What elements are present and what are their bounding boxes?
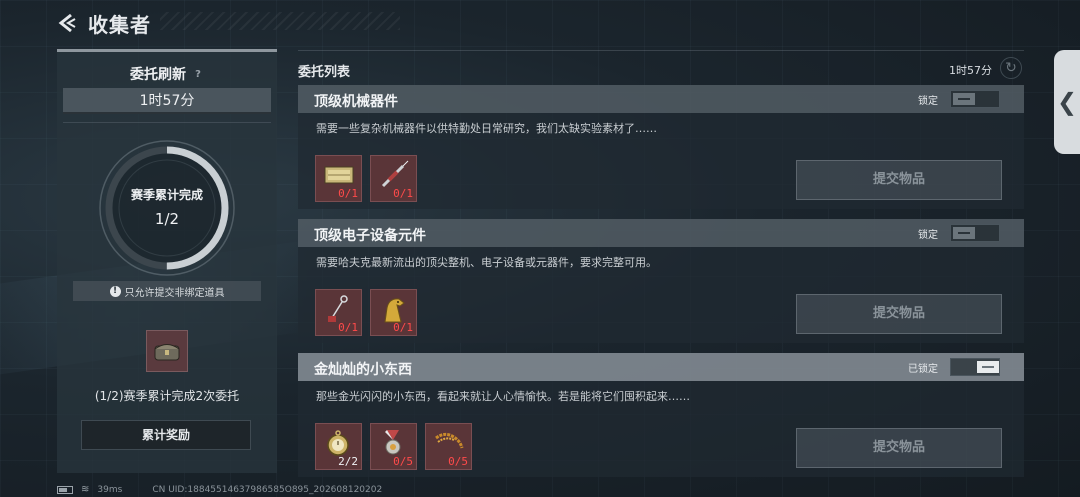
syringe-icon — [381, 160, 409, 188]
bind-notice: ! 只允许提交非绑定道具 — [73, 281, 261, 301]
card-header: 顶级机械器件 锁定 — [298, 85, 1024, 113]
season-progress-ring: 赛季累计完成 1/2 — [95, 136, 239, 280]
ping-value: 39ms — [97, 484, 123, 495]
divider — [63, 122, 271, 123]
pendant-icon — [328, 295, 348, 322]
season-progress-label: 赛季累计完成 — [130, 188, 203, 202]
lock-toggle[interactable] — [950, 358, 1000, 376]
refresh-icon[interactable]: ↻ — [1000, 57, 1022, 79]
card-description: 需要一些复杂机械器件以供特勤处日常研究，我们太缺实验素材了…… — [316, 122, 657, 135]
card-title: 顶级电子设备元件 — [314, 228, 426, 244]
side-drawer-toggle[interactable]: ❮ — [1054, 50, 1080, 154]
commission-card: 顶级电子设备元件 锁定 需要哈夫克最新流出的顶尖整机、电子设备或元器件，要求完整… — [298, 219, 1024, 343]
status-bar: ≋ 39ms CN UID:18845514637986585O895_2026… — [57, 484, 382, 495]
submit-items-button[interactable]: 提交物品 — [796, 428, 1002, 468]
gold-box-icon — [324, 166, 354, 184]
card-header: 顶级电子设备元件 锁定 — [298, 219, 1024, 247]
item-count: 0/1 — [393, 187, 413, 200]
back-arrow-icon — [58, 13, 76, 33]
chevron-left-icon: ❮ — [1056, 88, 1078, 116]
refresh-timer: 1时57分 — [63, 88, 271, 114]
submit-items-button[interactable]: 提交物品 — [796, 294, 1002, 334]
lock-label: 锁定 — [918, 230, 938, 241]
required-item-slot[interactable]: 0/5 — [370, 423, 417, 470]
toggle-knob — [953, 93, 975, 105]
page-header: 收集者 — [56, 8, 151, 38]
item-count: 0/1 — [338, 321, 358, 334]
item-count: 2/2 — [338, 455, 358, 468]
item-count: 0/1 — [338, 187, 358, 200]
refresh-title-row: 委托刷新? — [57, 64, 277, 84]
refresh-title: 委托刷新 — [130, 67, 186, 83]
golden-horse-icon — [384, 298, 405, 323]
item-count: 0/1 — [393, 321, 413, 334]
commission-list-title: 委托列表 — [298, 65, 351, 80]
lock-label: 锁定 — [918, 96, 938, 107]
bind-notice-text: 只允许提交非绑定道具 — [124, 287, 225, 299]
gold-chain-icon — [435, 432, 464, 449]
uid-text: CN UID:18845514637986585O895_20260812020… — [152, 484, 383, 495]
reward-chest-icon — [154, 344, 180, 361]
list-refresh-timer: 1时57分 — [949, 64, 992, 77]
required-item-slot[interactable]: 0/1 — [315, 155, 362, 202]
card-title: 顶级机械器件 — [314, 94, 398, 110]
toggle-knob — [977, 361, 999, 373]
alert-icon: ! — [109, 285, 121, 297]
help-icon[interactable]: ? — [192, 69, 204, 81]
required-item-slot[interactable]: 0/1 — [370, 155, 417, 202]
card-title: 金灿灿的小东西 — [314, 362, 412, 378]
pocket-watch-icon — [327, 430, 349, 456]
lock-toggle[interactable] — [950, 90, 1000, 108]
required-item-slot[interactable]: 0/1 — [370, 289, 417, 336]
battery-icon — [57, 485, 73, 494]
page-title: 收集者 — [88, 12, 151, 37]
item-count: 0/5 — [448, 455, 468, 468]
required-item-slot[interactable]: 0/1 — [315, 289, 362, 336]
required-item-slot[interactable]: 0/5 — [425, 423, 472, 470]
card-description: 需要哈夫克最新流出的顶尖整机、电子设备或元器件，要求完整可用。 — [316, 256, 657, 269]
header-decoration — [160, 12, 400, 30]
progress-ring-graphic — [99, 140, 235, 276]
card-description: 那些金光闪闪的小东西，看起来就让人心情愉快。若是能将它们囤积起来…… — [316, 390, 690, 403]
back-button[interactable] — [56, 12, 78, 34]
commission-card: 金灿灿的小东西 已锁定 那些金光闪闪的小东西，看起来就让人心情愉快。若是能将它们… — [298, 353, 1024, 477]
season-progress-value: 1/2 — [154, 210, 180, 228]
toggle-knob — [953, 227, 975, 239]
reward-description: (1/2)赛季累计完成2次委托 — [94, 389, 240, 403]
submit-items-button[interactable]: 提交物品 — [796, 160, 1002, 200]
reward-item-slot[interactable] — [146, 330, 188, 372]
card-header: 金灿灿的小东西 已锁定 — [298, 353, 1024, 381]
lock-label: 已锁定 — [908, 364, 938, 375]
commission-refresh-panel: 委托刷新? 1时57分 赛季累计完成 1/2 ! 只允许提交非绑定道具 (1/2… — [57, 49, 277, 473]
item-count: 0/5 — [393, 455, 413, 468]
medal-icon — [385, 430, 401, 455]
wifi-icon: ≋ — [81, 484, 90, 495]
required-item-slot[interactable]: 2/2 — [315, 423, 362, 470]
lock-toggle[interactable] — [950, 224, 1000, 242]
commission-list-header: 委托列表 1时57分 ↻ — [298, 50, 1024, 84]
cumulative-reward-button[interactable]: 累计奖励 — [81, 420, 251, 450]
commission-card: 顶级机械器件 锁定 需要一些复杂机械器件以供特勤处日常研究，我们太缺实验素材了…… — [298, 85, 1024, 209]
